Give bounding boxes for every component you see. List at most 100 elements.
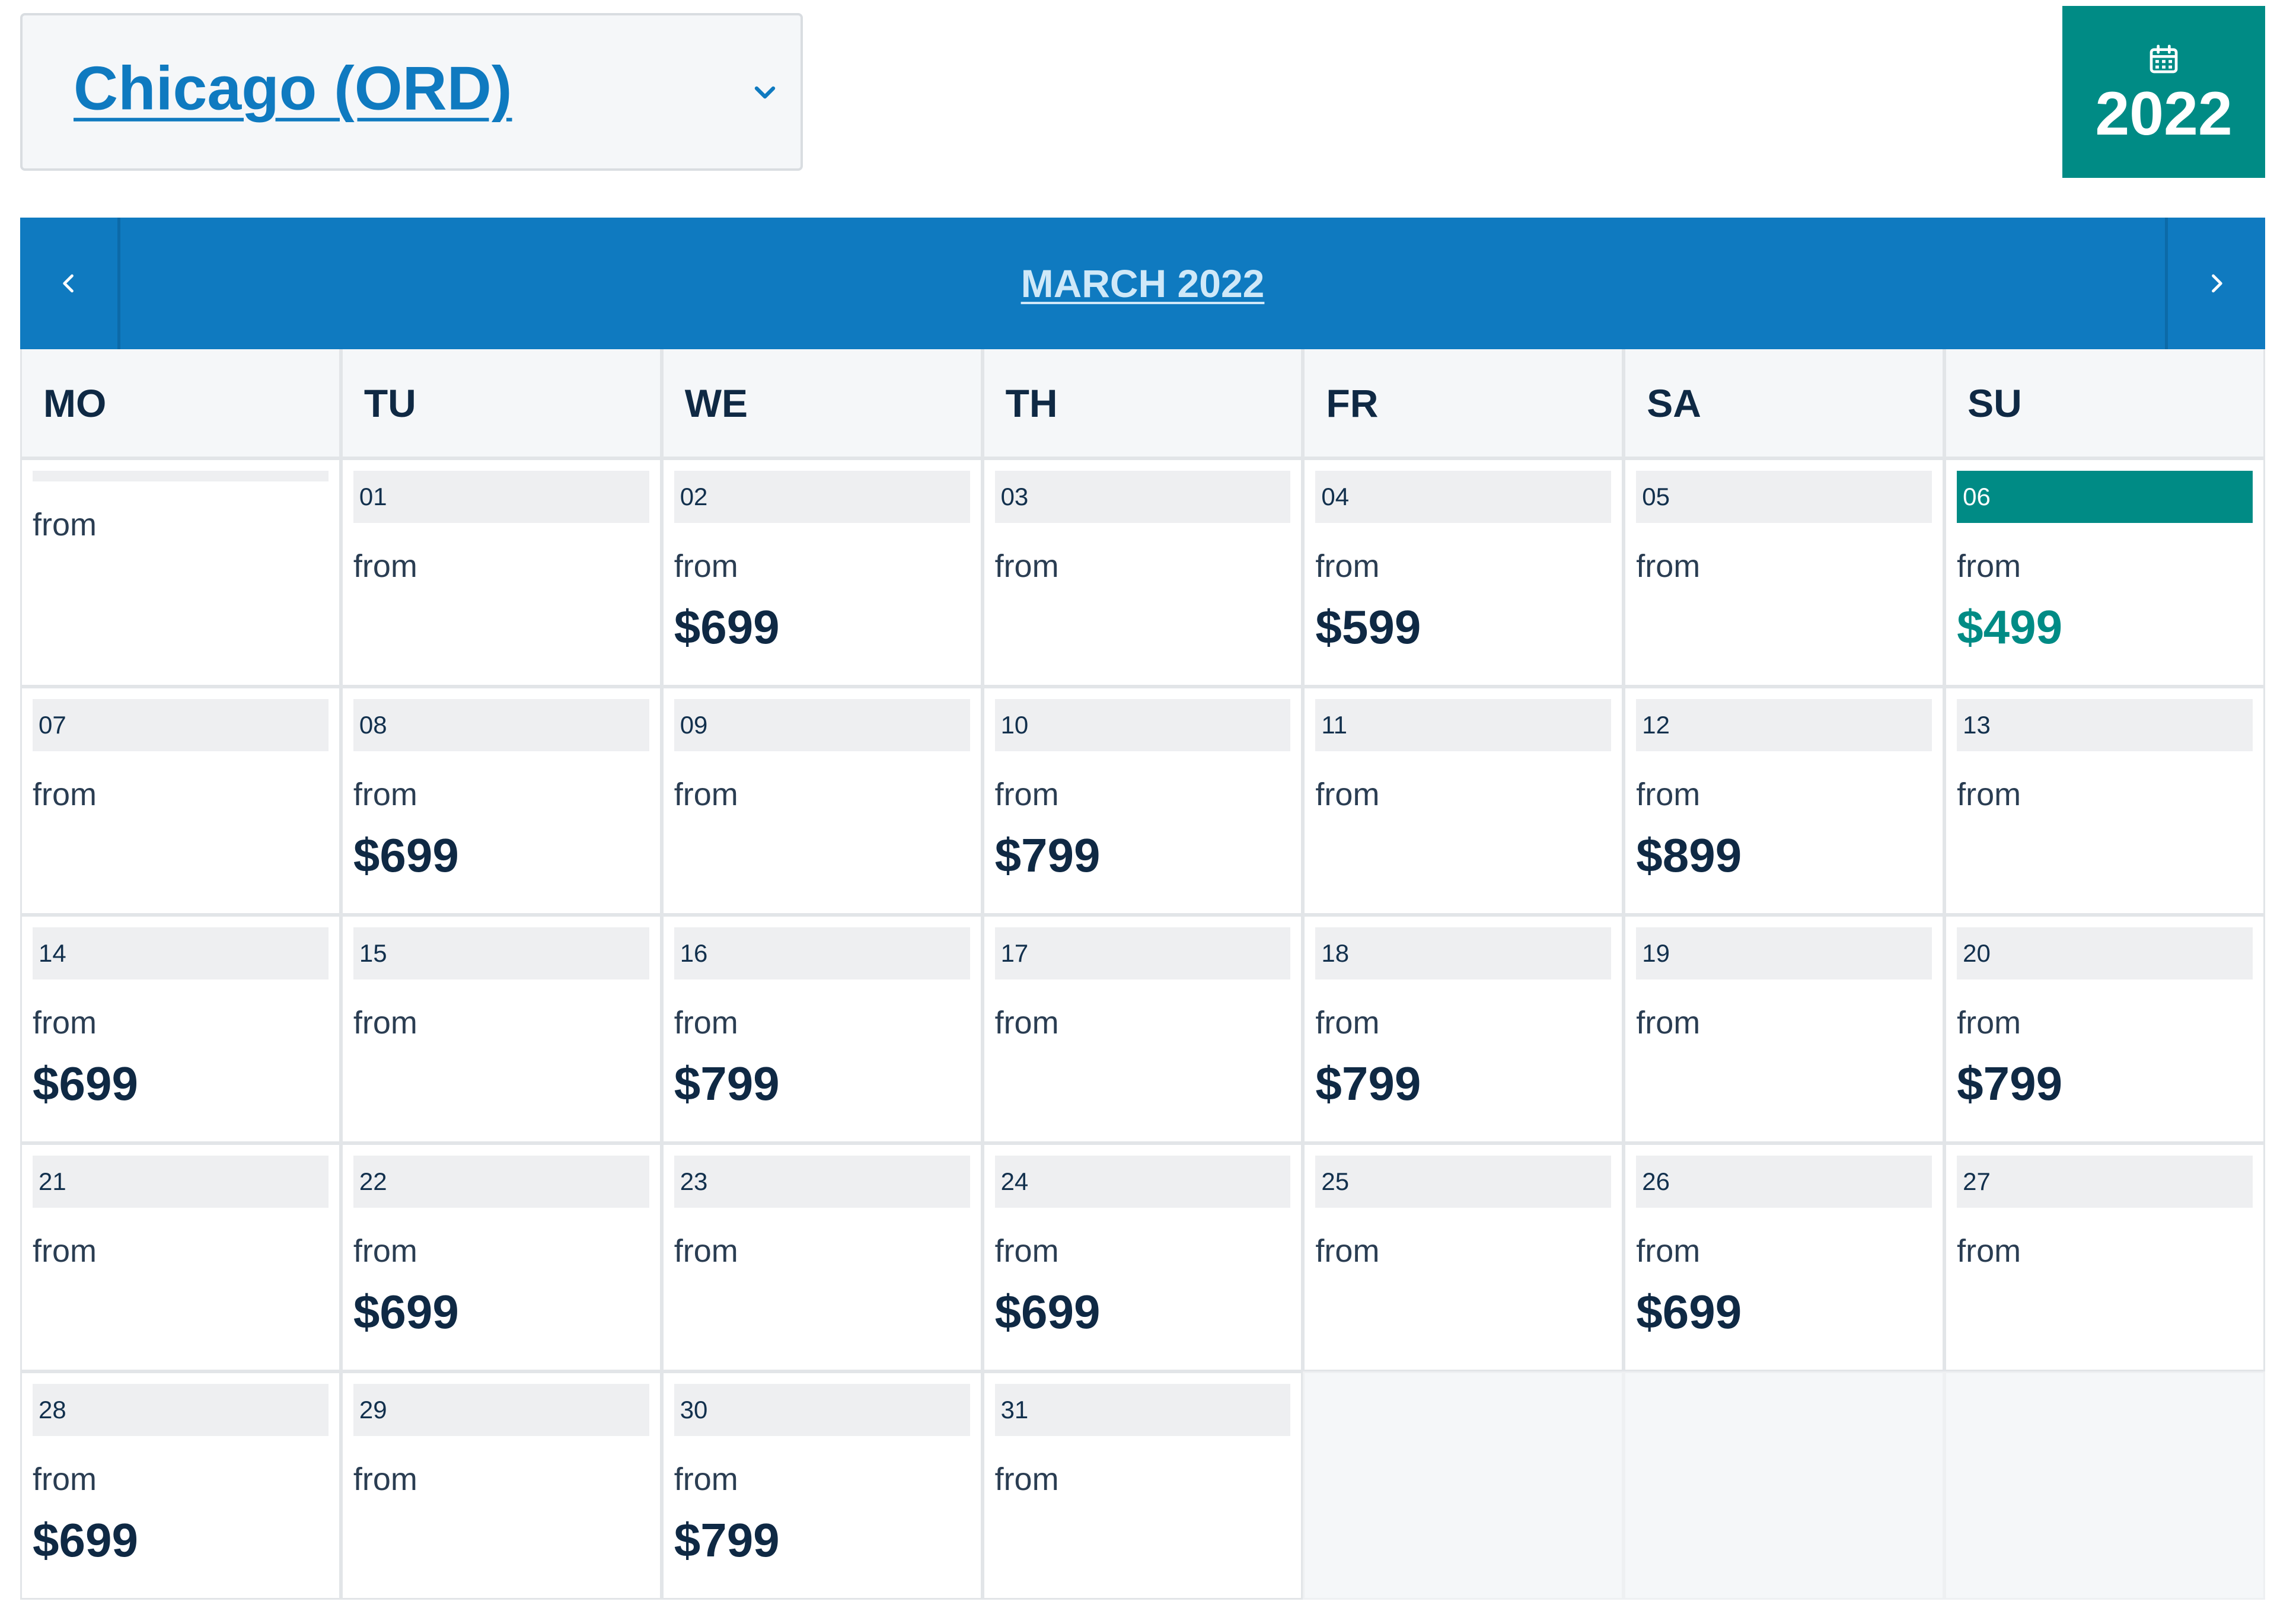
day-cell[interactable]: 29 from [340, 1371, 662, 1600]
day-number: 28 [33, 1384, 329, 1436]
day-cell[interactable]: 30 from $799 [661, 1371, 983, 1600]
fare-price[interactable]: $899 [1636, 832, 1742, 879]
day-number: 21 [33, 1156, 329, 1208]
fare-price[interactable]: $699 [995, 1288, 1101, 1336]
day-cell[interactable]: 26 from $699 [1624, 1143, 1945, 1371]
day-number: 11 [1315, 699, 1612, 751]
day-number: 26 [1636, 1156, 1932, 1208]
year-picker-button[interactable]: 2022 [2062, 6, 2265, 178]
from-label: from [33, 1233, 97, 1269]
day-number: 03 [994, 471, 1291, 523]
day-cell[interactable]: 04 from $599 [1303, 458, 1624, 687]
from-label: from [1315, 777, 1380, 812]
day-cell[interactable]: 21 from [20, 1143, 341, 1371]
from-label: from [33, 1005, 97, 1041]
day-number: 15 [353, 927, 649, 979]
day-cell[interactable]: 10 from $799 [982, 687, 1303, 915]
day-cell[interactable]: 25 from [1303, 1143, 1624, 1371]
day-cell[interactable]: 06 from $499 [1944, 458, 2265, 687]
day-cell[interactable]: 18 from $799 [1303, 915, 1624, 1143]
day-number: 17 [994, 927, 1291, 979]
day-cell[interactable]: 22 from $699 [340, 1143, 662, 1371]
day-cell[interactable]: 15 from [340, 915, 662, 1143]
day-cell[interactable]: 02 from $699 [661, 458, 983, 687]
day-cell[interactable]: 27 from [1944, 1143, 2265, 1371]
day-number: 22 [353, 1156, 649, 1208]
day-cell[interactable]: 13 from [1944, 687, 2265, 915]
day-number: 31 [994, 1384, 1291, 1436]
day-cell[interactable]: 12 from $899 [1624, 687, 1945, 915]
day-number: 10 [994, 699, 1291, 751]
day-number [33, 471, 329, 481]
day-cell[interactable]: 01 from [340, 458, 662, 687]
fare-price[interactable]: $699 [33, 1060, 138, 1108]
day-grid: from 01 from 02 from $699 03 from 04 from $599 05 fr… [20, 458, 2265, 1600]
day-cell[interactable]: 05 from [1624, 458, 1945, 687]
day-number: 30 [674, 1384, 970, 1436]
from-label: from [353, 1462, 417, 1497]
day-cell[interactable]: 19 from [1624, 915, 1945, 1143]
day-cell[interactable]: 23 from [661, 1143, 983, 1371]
from-label: from [33, 1462, 97, 1497]
from-label: from [1636, 548, 1701, 584]
from-label: from [994, 548, 1059, 584]
from-label: from [994, 1233, 1059, 1269]
day-number: 07 [33, 699, 329, 751]
fare-price[interactable]: $799 [995, 832, 1101, 879]
weekday-tu: TU [340, 349, 662, 458]
day-number: 27 [1957, 1156, 2253, 1208]
fare-price[interactable]: $699 [353, 832, 459, 879]
fare-price[interactable]: $499 [1957, 604, 2062, 651]
fare-price[interactable]: $699 [674, 604, 780, 651]
fare-price[interactable]: $699 [1636, 1288, 1742, 1336]
fare-price[interactable]: $799 [674, 1517, 780, 1564]
day-number: 18 [1315, 927, 1612, 979]
fare-price[interactable]: $799 [1957, 1060, 2062, 1108]
day-number: 06 [1957, 471, 2253, 523]
from-label: from [33, 777, 97, 812]
day-number: 02 [674, 471, 970, 523]
day-cell[interactable]: 20 from $799 [1944, 915, 2265, 1143]
fare-price[interactable]: $699 [33, 1517, 138, 1564]
fare-calendar: MARCH 2022 MO TU WE TH FR SA SU from 01 fr… [20, 218, 2265, 1600]
from-label: from [1957, 1005, 2021, 1041]
from-label: from [1315, 548, 1380, 584]
day-cell[interactable]: 31 from [982, 1371, 1303, 1600]
day-cell[interactable]: 11 from [1303, 687, 1624, 915]
weekday-header-row: MO TU WE TH FR SA SU [20, 349, 2265, 458]
from-label: from [1315, 1233, 1380, 1269]
day-number: 20 [1957, 927, 2253, 979]
day-cell[interactable]: 08 from $699 [340, 687, 662, 915]
origin-airport-label[interactable]: Chicago (ORD) [74, 54, 512, 125]
day-cell[interactable]: 24 from $699 [982, 1143, 1303, 1371]
origin-airport-select[interactable]: Chicago (ORD) [20, 13, 803, 171]
next-month-button[interactable] [2165, 218, 2265, 349]
from-label: from [1636, 1233, 1701, 1269]
day-cell[interactable]: 07 from [20, 687, 341, 915]
fare-price[interactable]: $599 [1315, 604, 1421, 651]
weekday-mo: MO [20, 349, 341, 458]
fare-price[interactable]: $799 [1315, 1060, 1421, 1108]
day-cell[interactable]: 09 from [661, 687, 983, 915]
from-label: from [674, 777, 738, 812]
fare-price[interactable]: $699 [353, 1288, 459, 1336]
day-cell[interactable]: 03 from [982, 458, 1303, 687]
day-number: 08 [353, 699, 649, 751]
day-number: 09 [674, 699, 970, 751]
from-label: from [353, 777, 417, 812]
day-cell[interactable]: 17 from [982, 915, 1303, 1143]
day-cell[interactable]: 28 from $699 [20, 1371, 341, 1600]
day-number: 23 [674, 1156, 970, 1208]
weekday-sa: SA [1624, 349, 1945, 458]
month-title-link[interactable]: MARCH 2022 [20, 261, 2265, 306]
weekday-th: TH [982, 349, 1303, 458]
day-cell[interactable]: 14 from $699 [20, 915, 341, 1143]
from-label: from [994, 1005, 1059, 1041]
day-cell[interactable]: from [20, 458, 341, 687]
from-label: from [353, 1005, 417, 1041]
day-number: 19 [1636, 927, 1932, 979]
empty-day-cell [1944, 1371, 2265, 1600]
fare-price[interactable]: $799 [674, 1060, 780, 1108]
day-cell[interactable]: 16 from $799 [661, 915, 983, 1143]
day-number: 13 [1957, 699, 2253, 751]
